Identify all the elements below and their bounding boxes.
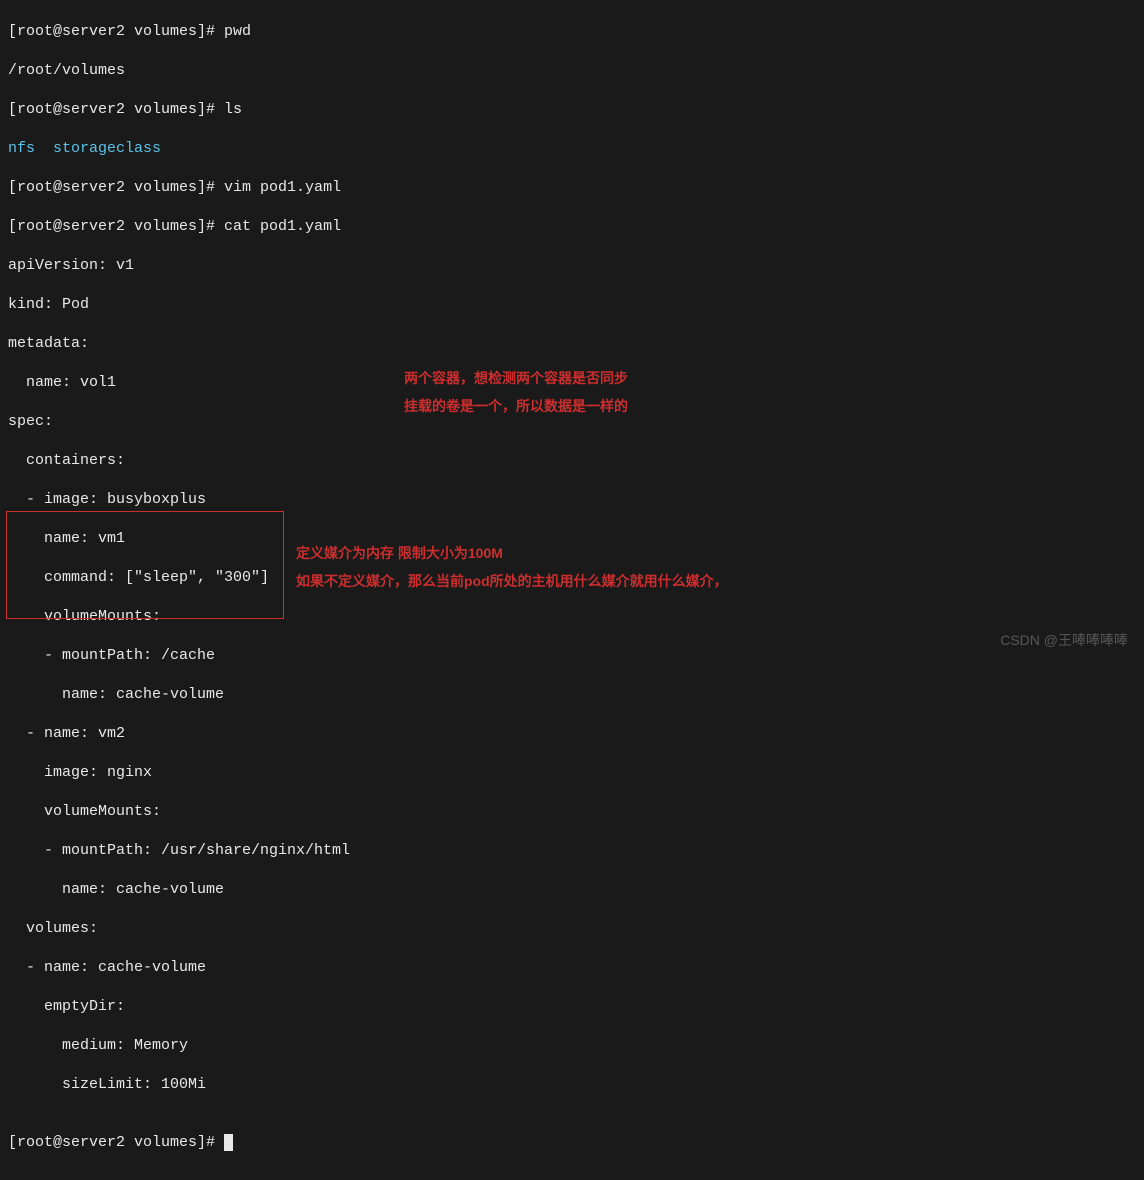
yaml-line: name: vm1 — [8, 529, 1136, 549]
shell-prompt: [root@server2 volumes]# — [8, 101, 224, 118]
yaml-line: emptyDir: — [8, 997, 1136, 1017]
yaml-line: apiVersion: v1 — [8, 256, 1136, 276]
dir-name: nfs — [8, 140, 35, 157]
watermark-text: CSDN @王唪唪唪唪 — [1000, 631, 1128, 649]
yaml-line: name: cache-volume — [8, 685, 1136, 705]
cmd-line: [root@server2 volumes]# vim pod1.yaml — [8, 178, 1136, 198]
yaml-line: sizeLimit: 100Mi — [8, 1075, 1136, 1095]
output-line: /root/volumes — [8, 61, 1136, 81]
cmd-line-active[interactable]: [root@server2 volumes]# — [8, 1133, 1136, 1153]
yaml-line: - image: busyboxplus — [8, 490, 1136, 510]
shell-prompt: [root@server2 volumes]# — [8, 179, 224, 196]
yaml-line: kind: Pod — [8, 295, 1136, 315]
yaml-line: medium: Memory — [8, 1036, 1136, 1056]
cursor-icon — [224, 1134, 233, 1151]
shell-prompt: [root@server2 volumes]# — [8, 23, 224, 40]
yaml-line: volumes: — [8, 919, 1136, 939]
yaml-line: - name: cache-volume — [8, 958, 1136, 978]
shell-prompt: [root@server2 volumes]# — [8, 218, 224, 235]
yaml-line: metadata: — [8, 334, 1136, 354]
yaml-line: - mountPath: /cache — [8, 646, 1136, 666]
annotation-text: 如果不定义媒介，那么当前pod所处的主机用什么媒介就用什么媒介， — [296, 572, 728, 590]
cmd-line: [root@server2 volumes]# ls — [8, 100, 1136, 120]
yaml-line: - mountPath: /usr/share/nginx/html — [8, 841, 1136, 861]
ls-output: nfs storageclass — [8, 139, 1136, 159]
annotation-text: 定义媒介为内存 限制大小为100M — [296, 544, 503, 562]
cmd-line: [root@server2 volumes]# pwd — [8, 22, 1136, 42]
cmd-text: cat pod1.yaml — [224, 218, 341, 235]
yaml-line: image: nginx — [8, 763, 1136, 783]
yaml-line: volumeMounts: — [8, 802, 1136, 822]
cmd-text: pwd — [224, 23, 251, 40]
cmd-line: [root@server2 volumes]# cat pod1.yaml — [8, 217, 1136, 237]
yaml-line: containers: — [8, 451, 1136, 471]
yaml-line: - name: vm2 — [8, 724, 1136, 744]
yaml-line: name: cache-volume — [8, 880, 1136, 900]
cmd-text: vim pod1.yaml — [224, 179, 341, 196]
annotation-text: 挂载的卷是一个，所以数据是一样的 — [404, 397, 628, 415]
cmd-text: ls — [224, 101, 242, 118]
annotation-text: 两个容器，想检测两个容器是否同步 — [404, 369, 628, 387]
shell-prompt: [root@server2 volumes]# — [8, 1134, 224, 1151]
yaml-line: volumeMounts: — [8, 607, 1136, 627]
dir-name: storageclass — [35, 140, 161, 157]
